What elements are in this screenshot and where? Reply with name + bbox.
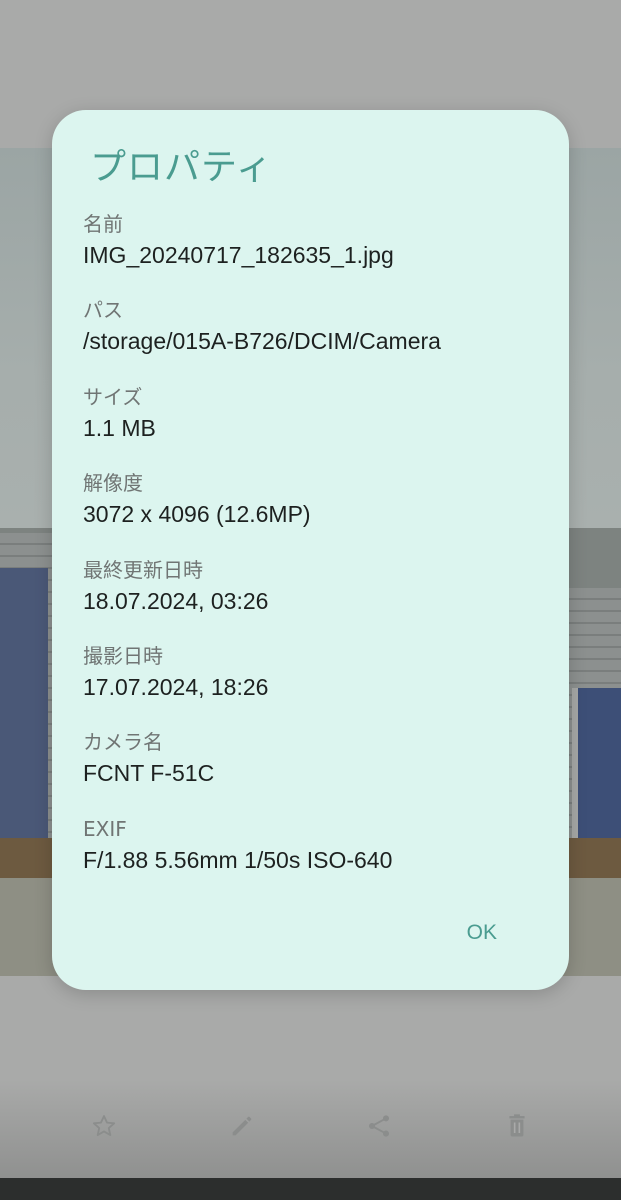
property-last-modified: 最終更新日時 18.07.2024, 03:26 <box>83 554 543 640</box>
star-icon <box>92 1115 115 1137</box>
navigation-bar <box>0 1178 621 1200</box>
share-button[interactable] <box>355 1102 403 1150</box>
property-label: 解像度 <box>83 471 143 496</box>
favorite-button[interactable] <box>80 1102 128 1150</box>
property-value: 18.07.2024, 03:26 <box>83 587 269 614</box>
property-label: パス <box>83 298 123 323</box>
property-value: 1.1 MB <box>83 414 156 441</box>
property-name: 名前 IMG_20240717_182635_1.jpg <box>83 208 543 294</box>
share-icon <box>369 1115 390 1137</box>
photo-poster-left <box>0 568 48 868</box>
property-label: 最終更新日時 <box>83 557 203 582</box>
property-resolution: 解像度 3072 x 4096 (12.6MP) <box>83 467 543 553</box>
property-value: 3072 x 4096 (12.6MP) <box>83 501 311 528</box>
property-value: /storage/015A-B726/DCIM/Camera <box>83 328 441 355</box>
property-path: パス /storage/015A-B726/DCIM/Camera <box>83 294 543 380</box>
property-value: F/1.88 5.56mm 1/50s ISO-640 <box>83 846 393 873</box>
property-exif: EXIF F/1.88 5.56mm 1/50s ISO-640 <box>83 813 543 899</box>
property-label: サイズ <box>83 384 143 409</box>
property-label: 撮影日時 <box>83 643 163 668</box>
ok-button[interactable]: OK <box>455 915 509 951</box>
property-value: 17.07.2024, 18:26 <box>83 673 269 700</box>
delete-button[interactable] <box>493 1102 541 1150</box>
edit-button[interactable] <box>218 1102 266 1150</box>
properties-list: 名前 IMG_20240717_182635_1.jpg パス /storage… <box>83 208 543 899</box>
properties-dialog: プロパティ 名前 IMG_20240717_182635_1.jpg パス /s… <box>52 110 569 990</box>
delete-icon <box>509 1114 525 1137</box>
property-date-taken: 撮影日時 17.07.2024, 18:26 <box>83 640 543 726</box>
property-value: IMG_20240717_182635_1.jpg <box>83 242 394 268</box>
property-label: カメラ名 <box>83 730 163 755</box>
dialog-title: プロパティ <box>90 147 273 188</box>
property-size: サイズ 1.1 MB <box>83 381 543 467</box>
property-camera: カメラ名 FCNT F-51C <box>83 726 543 812</box>
property-value: FCNT F-51C <box>83 760 215 787</box>
action-bar <box>0 1096 621 1156</box>
property-label: EXIF <box>83 816 127 841</box>
property-label: 名前 <box>83 212 123 236</box>
edit-icon <box>232 1116 251 1136</box>
